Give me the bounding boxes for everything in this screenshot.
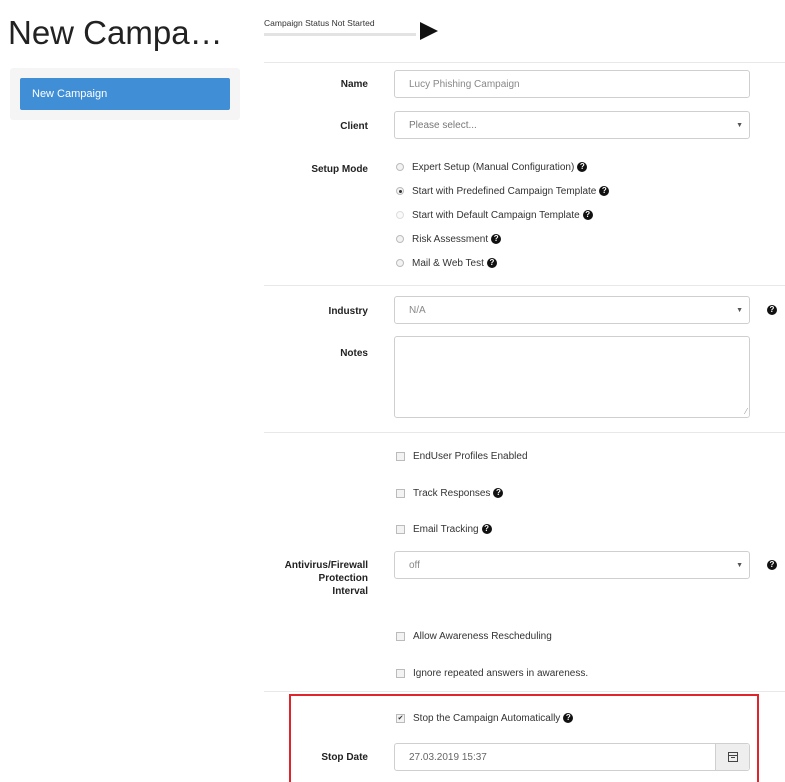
page-title: New Campa… [8,14,223,51]
divider [264,432,785,433]
radio-mail-web-test[interactable]: Mail & Web Test ? [396,256,497,270]
help-icon[interactable]: ? [481,524,492,534]
notes-textarea[interactable]: ⁄ [394,336,750,418]
chevron-down-icon: ▼ [736,122,743,129]
help-icon[interactable]: ? [599,186,610,196]
antivirus-label-line: Antivirus/Firewall [284,560,368,571]
client-select-value: Please select... [409,120,477,131]
help-icon[interactable]: ? [493,488,504,498]
checkbox[interactable] [396,631,405,641]
checkbox-allow-awareness-rescheduling[interactable]: Allow Awareness Rescheduling [396,629,552,643]
radio-label: Mail & Web Test [412,257,484,269]
sidebar: New Campaign [10,68,240,120]
stop-date-input[interactable]: 27.03.2019 15:37 [394,743,750,771]
play-icon[interactable] [420,22,438,40]
help-icon[interactable]: ? [582,210,593,220]
resize-handle-icon[interactable]: ⁄ [746,407,747,416]
checkbox-label: Email Tracking [413,523,479,535]
help-icon[interactable]: ? [767,305,777,315]
date-picker-button[interactable] [715,744,749,770]
divider [264,62,785,63]
client-label: Client [340,121,368,132]
checkbox[interactable] [396,668,405,678]
antivirus-label-line: Protection [318,573,368,584]
setup-mode-label: Setup Mode [311,164,368,175]
campaign-status-progress-bar [264,33,416,36]
help-icon[interactable]: ? [486,258,497,268]
notes-label: Notes [340,348,368,359]
antivirus-interval-select[interactable]: off ▼ [394,551,750,579]
divider [264,691,785,692]
radio-label: Start with Default Campaign Template [412,209,580,221]
calendar-icon [728,752,738,762]
radio-button[interactable] [396,211,404,219]
checkbox-label: Allow Awareness Rescheduling [413,630,552,642]
radio-default-template[interactable]: Start with Default Campaign Template ? [396,208,593,222]
industry-label: Industry [328,306,368,317]
stop-date-value: 27.03.2019 15:37 [409,752,487,763]
help-icon[interactable]: ? [491,234,502,244]
checkbox[interactable] [396,451,405,461]
campaign-status-label: Campaign Status Not Started [264,18,375,28]
checkbox-label: Stop the Campaign Automatically [413,712,561,724]
campaign-status: Campaign Status Not Started [264,14,419,36]
checkbox[interactable]: ✔ [396,713,405,723]
radio-button[interactable] [396,187,404,195]
industry-select-value: N/A [409,305,426,316]
industry-select[interactable]: N/A ▼ [394,296,750,324]
checkbox-ignore-repeated-answers[interactable]: Ignore repeated answers in awareness. [396,666,588,680]
help-icon[interactable]: ? [563,713,574,723]
checkbox-enduser-profiles[interactable]: EndUser Profiles Enabled [396,449,528,463]
checkbox[interactable] [396,524,405,534]
checkbox-label: Ignore repeated answers in awareness. [413,667,589,679]
help-icon[interactable]: ? [577,162,588,172]
stop-date-label: Stop Date [321,752,368,763]
antivirus-interval-label: Antivirus/Firewall Protection Interval [238,559,368,598]
checkbox-email-tracking[interactable]: Email Tracking ? [396,522,492,536]
radio-label: Start with Predefined Campaign Template [412,185,597,197]
radio-button[interactable] [396,235,404,243]
divider [264,285,785,286]
radio-label: Risk Assessment [412,233,489,245]
checkbox-label: Track Responses [413,487,491,499]
radio-label: Expert Setup (Manual Configuration) [412,161,575,173]
checkbox-stop-campaign-automatically[interactable]: ✔ Stop the Campaign Automatically ? [396,711,574,725]
checkbox-track-responses[interactable]: Track Responses ? [396,486,504,500]
name-input[interactable]: Lucy Phishing Campaign [394,70,750,98]
client-select[interactable]: Please select... ▼ [394,111,750,139]
radio-predefined-template[interactable]: Start with Predefined Campaign Template … [396,184,610,198]
name-label: Name [340,79,368,90]
checkbox[interactable] [396,488,405,498]
antivirus-select-value: off [409,560,420,571]
chevron-down-icon: ▼ [736,307,743,314]
radio-button[interactable] [396,163,404,171]
chevron-down-icon: ▼ [736,562,743,569]
radio-button[interactable] [396,259,404,267]
antivirus-label-line: Interval [332,586,368,597]
help-icon[interactable]: ? [767,560,777,570]
sidebar-item-new-campaign[interactable]: New Campaign [20,78,230,110]
radio-expert-setup[interactable]: Expert Setup (Manual Configuration) ? [396,160,588,174]
checkbox-label: EndUser Profiles Enabled [413,450,528,462]
radio-risk-assessment[interactable]: Risk Assessment ? [396,232,502,246]
